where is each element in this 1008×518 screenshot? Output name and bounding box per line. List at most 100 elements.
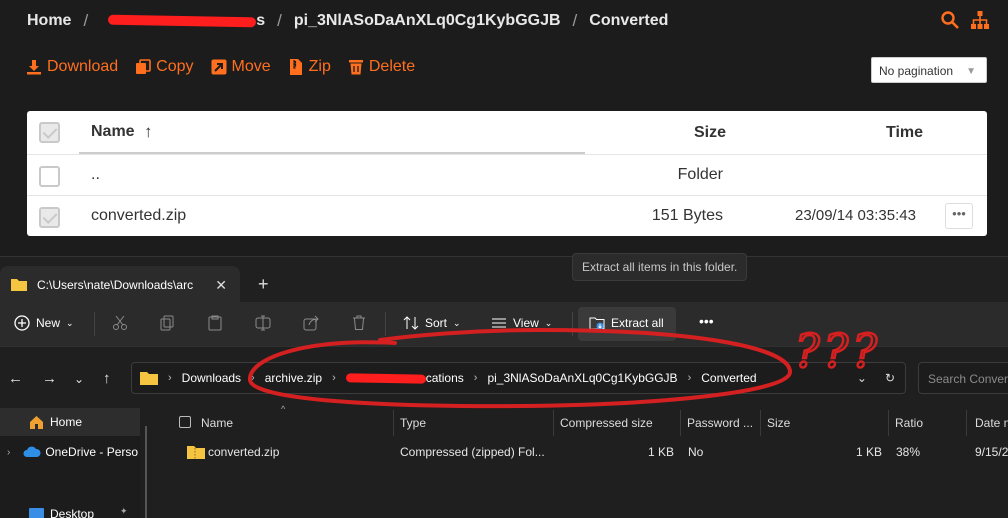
sort-button[interactable]: Sort ⌄	[403, 315, 461, 331]
share-button[interactable]	[303, 315, 319, 331]
row-name[interactable]: converted.zip	[91, 207, 186, 225]
navigation-pane: Home › OneDrive - Perso Desktop ✦	[0, 408, 140, 518]
paste-button[interactable]	[207, 315, 223, 331]
column-headers: ^ Name Type Compressed size Password ...…	[150, 404, 1008, 436]
zip-button[interactable]: Zip	[288, 58, 331, 76]
sidebar-item-desktop[interactable]: Desktop	[0, 500, 140, 518]
breadcrumb-separator: /	[83, 11, 89, 30]
sitemap-icon[interactable]	[970, 10, 990, 30]
tab-bar: C:\Users\nate\Downloads\arc ✕ +	[0, 256, 1008, 303]
breadcrumb-home[interactable]: Home	[27, 12, 71, 30]
name-column-header[interactable]: Name	[201, 416, 233, 430]
row-name[interactable]: ..	[91, 166, 100, 184]
delete-button[interactable]: Delete	[348, 58, 415, 76]
rename-button[interactable]	[255, 315, 271, 331]
compressed-size-column-header[interactable]: Compressed size	[560, 416, 653, 430]
up-button[interactable]: ↑	[103, 370, 111, 387]
command-bar: New ⌄ Sort ⌄ View ⌄ Extract all •••	[0, 302, 1008, 346]
select-all-checkbox[interactable]	[179, 416, 191, 428]
ratio-column-header[interactable]: Ratio	[895, 416, 923, 430]
sidebar-item-home[interactable]: Home	[0, 408, 140, 436]
sidebar-scrollbar[interactable]	[143, 408, 149, 518]
address-segment-pi[interactable]: pi_3NlASoDaAnXLq0Cg1KybGGJB	[487, 371, 677, 385]
trash-icon	[348, 60, 363, 75]
type-column-header[interactable]: Type	[400, 416, 426, 430]
sidebar-item-onedrive[interactable]: › OneDrive - Perso	[0, 438, 140, 466]
redaction-mark	[108, 14, 257, 28]
table-header: Name ↑ Size Time	[27, 111, 987, 154]
more-options-button[interactable]: •••	[699, 313, 714, 329]
date-column-header[interactable]: Date m	[975, 416, 1008, 430]
address-segment-redacted[interactable]: cations	[345, 371, 464, 385]
refresh-icon[interactable]: ↻	[885, 371, 895, 385]
close-icon[interactable]: ✕	[215, 277, 227, 294]
column-divider[interactable]	[966, 410, 967, 436]
recent-locations-button[interactable]: ⌄	[74, 372, 84, 386]
file-password: No	[688, 445, 704, 459]
forward-button[interactable]: →	[42, 370, 57, 387]
pagination-select[interactable]: No pagination ▼	[871, 57, 987, 83]
extract-all-button[interactable]: Extract all	[589, 315, 664, 331]
copy-label: Copy	[156, 58, 194, 75]
breadcrumb-redacted[interactable]: s	[100, 12, 265, 30]
download-button[interactable]: Download	[26, 58, 118, 76]
move-icon	[211, 59, 227, 75]
file-compressed-size: 1 KB	[647, 445, 674, 459]
download-label: Download	[47, 58, 119, 75]
address-segment-archive[interactable]: archive.zip	[265, 371, 322, 385]
size-column-header[interactable]: Size	[694, 124, 726, 142]
pin-icon[interactable]: ✦	[120, 506, 128, 517]
breadcrumb-converted[interactable]: Converted	[589, 12, 668, 30]
time-column-header[interactable]: Time	[886, 124, 923, 142]
view-button[interactable]: View ⌄	[491, 315, 552, 331]
sidebar-item-label: Home	[50, 415, 83, 429]
row-size: Folder	[677, 166, 723, 183]
back-button[interactable]: ←	[8, 370, 23, 387]
navigation-bar: ← → ⌄ ↑ › Downloads › archive.zip › cati…	[0, 346, 1008, 408]
address-bar[interactable]: › Downloads › archive.zip › cations › pi…	[131, 362, 906, 394]
copy-button[interactable]	[159, 315, 175, 331]
file-ratio: 38%	[896, 445, 921, 459]
copy-button[interactable]: Copy	[135, 58, 194, 76]
address-segment-converted[interactable]: Converted	[701, 371, 756, 385]
table-row[interactable]: .. Folder	[27, 154, 987, 195]
chevron-right-icon: ›	[473, 372, 478, 384]
column-divider[interactable]	[760, 410, 761, 436]
view-lines-icon	[492, 318, 506, 328]
delete-button[interactable]	[351, 315, 367, 331]
column-divider[interactable]	[553, 410, 554, 436]
move-button[interactable]: Move	[211, 58, 271, 76]
list-item[interactable]: converted.zip Compressed (zipped) Fol...…	[150, 441, 1008, 465]
file-table: Name ↑ Size Time .. Folder converted.zip…	[27, 111, 987, 236]
name-column-header[interactable]: Name	[91, 123, 135, 141]
new-label: New	[36, 316, 61, 330]
sidebar-item-label: Desktop	[50, 507, 95, 518]
sort-up-icon: ^	[281, 404, 286, 414]
sort-label: Sort	[425, 316, 448, 330]
row-checkbox[interactable]	[39, 207, 60, 228]
row-more-button[interactable]: •••	[945, 203, 973, 229]
chevron-right-icon: ›	[168, 372, 172, 384]
select-all-checkbox[interactable]	[39, 122, 60, 143]
password-column-header[interactable]: Password ...	[687, 416, 753, 430]
breadcrumb: Home / s / pi_3NlASoDaAnXLq0Cg1KybGGJB /…	[27, 11, 668, 31]
column-divider[interactable]	[888, 410, 889, 436]
cut-button[interactable]	[112, 315, 128, 331]
sort-up-icon[interactable]: ↑	[144, 122, 153, 142]
new-tab-button[interactable]: +	[258, 274, 269, 295]
address-segment-downloads[interactable]: Downloads	[182, 371, 241, 385]
search-input[interactable]: Search Convert	[918, 362, 1008, 394]
column-divider[interactable]	[393, 410, 394, 436]
explorer-tab[interactable]: C:\Users\nate\Downloads\arc ✕	[0, 266, 240, 303]
column-divider[interactable]	[680, 410, 681, 436]
breadcrumb-pi-folder[interactable]: pi_3NlASoDaAnXLq0Cg1KybGGJB	[294, 12, 561, 30]
chevron-down-icon: ⌄	[453, 317, 461, 328]
search-icon[interactable]	[940, 10, 960, 30]
home-icon	[30, 416, 43, 429]
new-button[interactable]: New ⌄	[14, 315, 74, 331]
file-name[interactable]: converted.zip	[208, 445, 279, 459]
chevron-down-icon[interactable]: ⌄	[857, 371, 867, 385]
size-column-header[interactable]: Size	[767, 416, 790, 430]
table-row[interactable]: converted.zip 151 Bytes 23/09/14 03:35:4…	[27, 195, 987, 236]
row-checkbox[interactable]	[39, 166, 60, 187]
